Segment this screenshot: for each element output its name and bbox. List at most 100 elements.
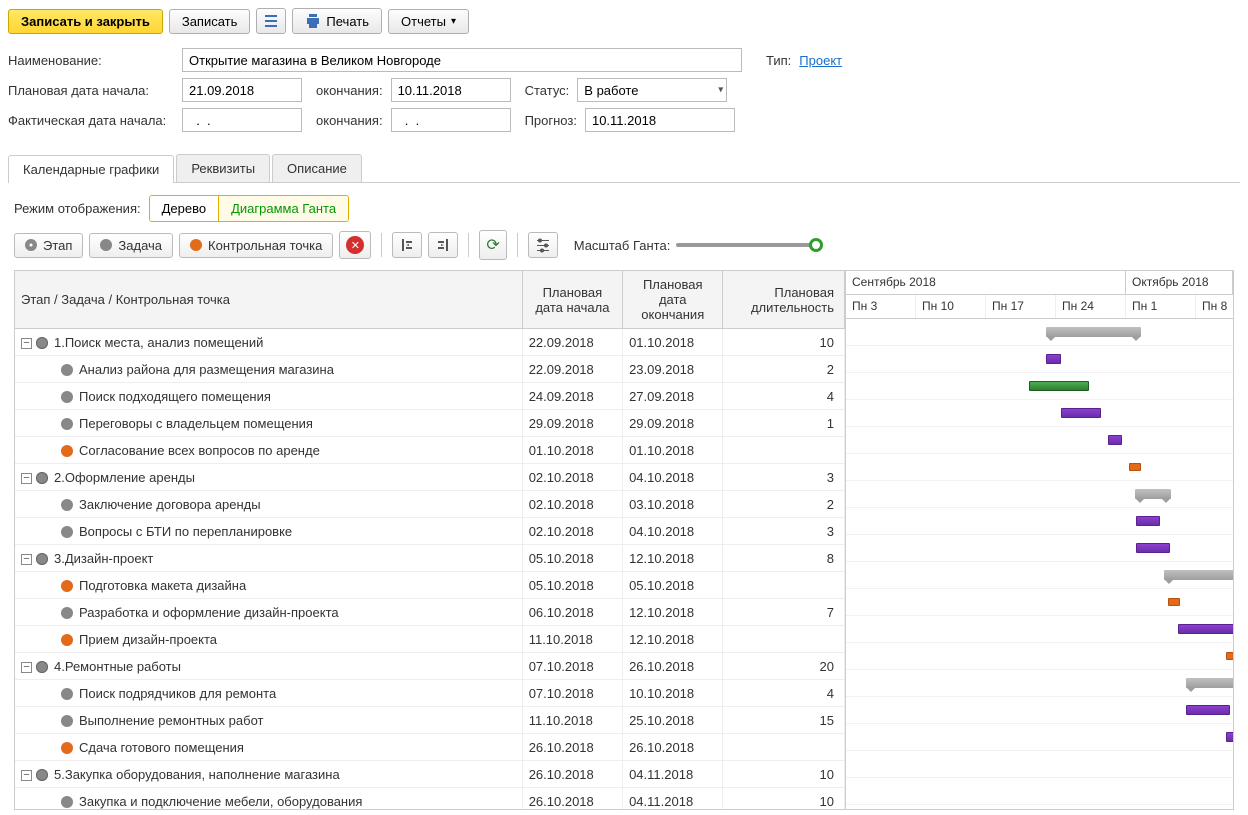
task-icon [61, 391, 73, 403]
mode-tree-button[interactable]: Дерево [150, 196, 218, 221]
indent-right-button[interactable] [428, 232, 458, 258]
row-duration [723, 572, 845, 599]
table-row[interactable]: Закупка и подключение мебели, оборудован… [15, 788, 845, 811]
table-row[interactable]: Прием дизайн-проекта11.10.201812.10.2018 [15, 626, 845, 653]
reports-button[interactable]: Отчеты ▾ [388, 9, 469, 34]
table-row[interactable]: −3.Дизайн-проект05.10.201812.10.20188 [15, 545, 845, 572]
slider-thumb[interactable] [809, 238, 823, 252]
gantt-bar[interactable] [1226, 732, 1233, 742]
row-start: 29.09.2018 [522, 410, 622, 437]
table-row[interactable]: Поиск подрядчиков для ремонта07.10.20181… [15, 680, 845, 707]
add-milestone-button[interactable]: Контрольная точка [179, 233, 333, 258]
table-row[interactable]: Поиск подходящего помещения24.09.201827.… [15, 383, 845, 410]
milestone-icon [190, 239, 202, 251]
gantt-row [846, 427, 1233, 454]
table-row[interactable]: Подготовка макета дизайна05.10.201805.10… [15, 572, 845, 599]
save-button[interactable]: Записать [169, 9, 251, 34]
gantt-bar[interactable] [1129, 463, 1141, 471]
settings-button[interactable] [528, 232, 558, 258]
add-stage-button[interactable]: Этап [14, 233, 83, 258]
table-row[interactable]: −4.Ремонтные работы07.10.201826.10.20182… [15, 653, 845, 680]
gantt-bar[interactable] [1186, 705, 1230, 715]
fact-end-input[interactable] [391, 108, 511, 132]
gantt-scale-slider[interactable] [676, 243, 816, 247]
tab-description[interactable]: Описание [272, 154, 362, 182]
indent-left-button[interactable] [392, 232, 422, 258]
gantt-bar[interactable] [1108, 435, 1122, 445]
row-end: 23.09.2018 [623, 356, 723, 383]
gantt-bar[interactable] [1164, 570, 1233, 580]
row-name: Поиск подрядчиков для ремонта [79, 686, 276, 701]
row-end: 04.10.2018 [623, 464, 723, 491]
table-row[interactable]: Заключение договора аренды02.10.201803.1… [15, 491, 845, 518]
collapse-icon[interactable]: − [21, 473, 32, 484]
row-start: 02.10.2018 [522, 464, 622, 491]
forecast-input[interactable] [585, 108, 735, 132]
row-duration [723, 734, 845, 761]
row-end: 04.11.2018 [623, 761, 723, 788]
mode-label: Режим отображения: [14, 201, 141, 216]
row-name: Анализ района для размещения магазина [79, 362, 334, 377]
add-task-button[interactable]: Задача [89, 233, 173, 258]
table-row[interactable]: Переговоры с владельцем помещения29.09.2… [15, 410, 845, 437]
plan-end-input[interactable] [391, 78, 511, 102]
row-duration: 10 [723, 788, 845, 811]
milestone-icon [61, 634, 73, 646]
task-chip-label: Задача [118, 238, 162, 253]
gantt-bar[interactable] [1029, 381, 1089, 391]
table-row[interactable]: −5.Закупка оборудования, наполнение мага… [15, 761, 845, 788]
gantt-bar[interactable] [1136, 516, 1160, 526]
task-icon [61, 526, 73, 538]
collapse-icon[interactable]: − [21, 770, 32, 781]
tab-calendar[interactable]: Календарные графики [8, 155, 174, 183]
table-row[interactable]: Вопросы с БТИ по перепланировке02.10.201… [15, 518, 845, 545]
gantt-week: Пн 10 [916, 295, 986, 318]
gear-icon [36, 769, 48, 781]
tab-requisites[interactable]: Реквизиты [176, 154, 270, 182]
gantt-week: Пн 17 [986, 295, 1056, 318]
gantt-bar[interactable] [1135, 489, 1171, 499]
gantt-bar[interactable] [1046, 354, 1061, 364]
gantt-bar[interactable] [1061, 408, 1101, 418]
delete-button[interactable]: ✕ [339, 231, 371, 259]
scale-label: Масштаб Ганта: [574, 238, 671, 253]
indent-left-icon [399, 237, 415, 253]
table-row[interactable]: Разработка и оформление дизайн-проекта06… [15, 599, 845, 626]
name-input[interactable] [182, 48, 742, 72]
table-row[interactable]: Анализ района для размещения магазина22.… [15, 356, 845, 383]
save-and-close-button[interactable]: Записать и закрыть [8, 9, 163, 34]
collapse-icon[interactable]: − [21, 554, 32, 565]
gantt-bar[interactable] [1178, 624, 1233, 634]
row-end: 03.10.2018 [623, 491, 723, 518]
fact-start-input[interactable] [182, 108, 302, 132]
gantt-week: Пн 1 [1126, 295, 1196, 318]
list-icon-button[interactable] [256, 8, 286, 34]
table-row[interactable]: −1.Поиск места, анализ помещений22.09.20… [15, 329, 845, 356]
gantt-row [846, 778, 1233, 805]
collapse-icon[interactable]: − [21, 338, 32, 349]
gear-icon [36, 661, 48, 673]
refresh-icon: ⟳ [486, 235, 499, 255]
gantt-bar[interactable] [1168, 598, 1180, 606]
row-name: 2.Оформление аренды [54, 470, 195, 485]
gantt-bar[interactable] [1226, 652, 1233, 660]
row-end: 12.10.2018 [623, 545, 723, 572]
type-link[interactable]: Проект [799, 53, 842, 68]
print-button[interactable]: Печать [292, 8, 382, 34]
mode-gantt-button[interactable]: Диаграмма Ганта [218, 196, 348, 221]
table-row[interactable]: Сдача готового помещения26.10.201826.10.… [15, 734, 845, 761]
table-row[interactable]: Выполнение ремонтных работ11.10.201825.1… [15, 707, 845, 734]
table-row[interactable]: Согласование всех вопросов по аренде01.1… [15, 437, 845, 464]
collapse-icon[interactable]: − [21, 662, 32, 673]
table-row[interactable]: − 2.Оформление аренды 02.10.201804.10.2018… [15, 464, 845, 491]
gantt-bar[interactable] [1186, 678, 1233, 688]
plan-start-input[interactable] [182, 78, 302, 102]
refresh-button[interactable]: ⟳ [479, 230, 506, 260]
milestone-chip-label: Контрольная точка [208, 238, 322, 253]
gantt-bar[interactable] [1136, 543, 1170, 553]
chevron-down-icon[interactable]: ▾ [718, 85, 723, 96]
status-select[interactable] [577, 78, 727, 102]
row-name: Прием дизайн-проекта [79, 632, 217, 647]
gantt-bar[interactable] [1046, 327, 1141, 337]
reports-label: Отчеты [401, 14, 446, 29]
